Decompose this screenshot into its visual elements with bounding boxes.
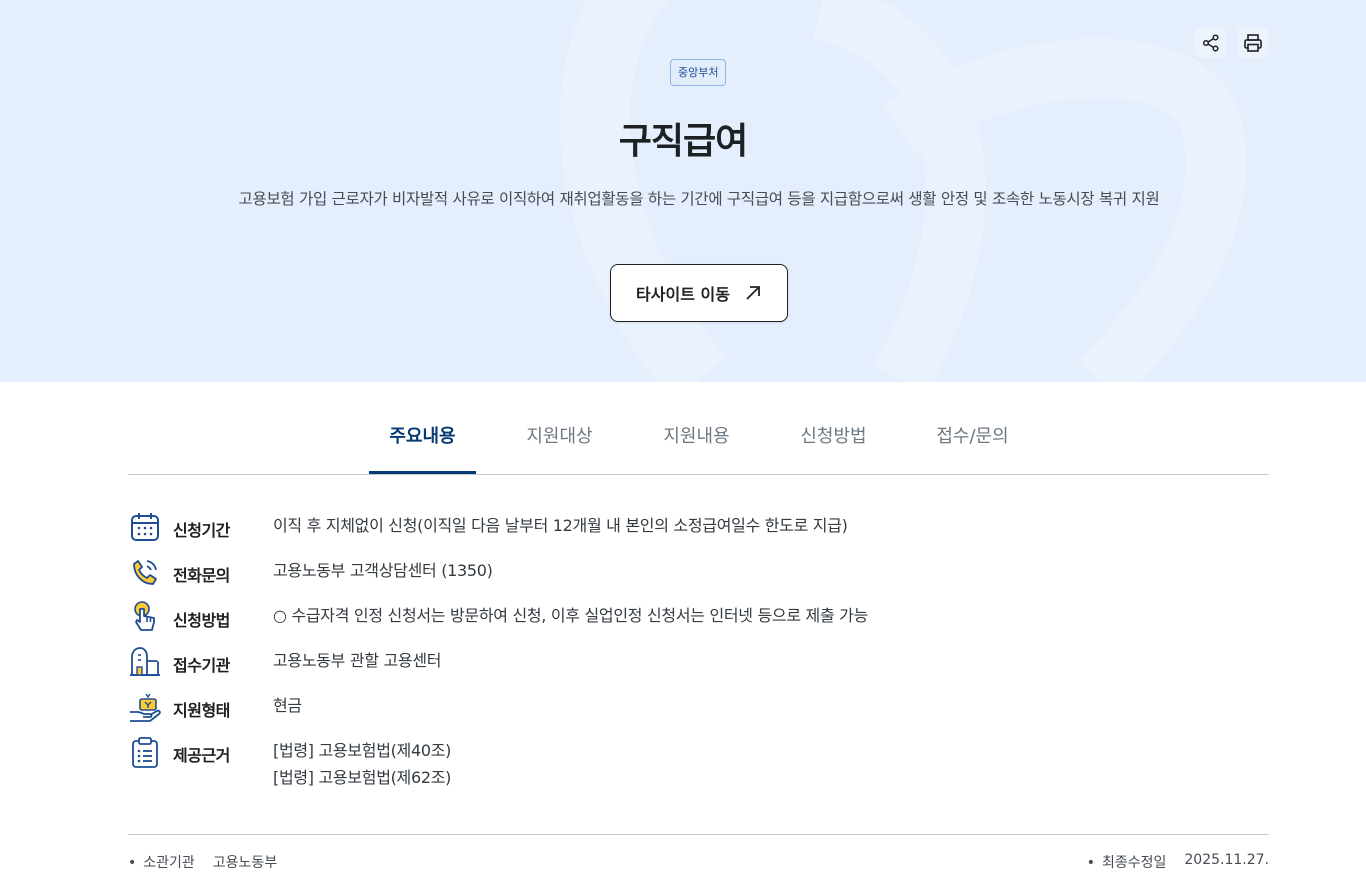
money-hand-icon — [130, 693, 161, 722]
clipboard-list-icon — [132, 737, 158, 768]
info-label: 제공근거 — [173, 746, 230, 765]
info-value: 고용노동부 고객상담센터 (1350) — [273, 561, 493, 580]
legal-basis-line: [법령] 고용보험법(제62조) — [273, 768, 452, 787]
footer-org: 소관기관 고용노동부 — [128, 852, 277, 872]
info-label: 신청방법 — [173, 611, 230, 630]
external-site-label: 타사이트 이동 — [636, 285, 730, 304]
org-value: 고용노동부 — [212, 855, 278, 871]
org-type-badge: 중앙부처 — [670, 59, 727, 86]
content-tabs: 주요내용 지원대상 지원내용 신청방법 접수/문의 — [128, 404, 1269, 475]
share-icon — [1202, 33, 1219, 52]
building-icon — [130, 647, 160, 676]
tab-benefits[interactable]: 지원내용 — [643, 404, 750, 474]
info-label: 신청기간 — [173, 521, 230, 540]
arrow-up-right-icon — [746, 286, 760, 300]
info-value: 고용노동부 관할 고용센터 — [273, 651, 442, 670]
updated-label: 최종수정일 — [1087, 852, 1166, 872]
footer-updated: 최종수정일 2025.11.27. — [1087, 852, 1269, 872]
info-label: 접수기관 — [173, 656, 230, 675]
tab-eligibility[interactable]: 지원대상 — [506, 404, 613, 474]
external-site-button[interactable]: 타사이트 이동 — [610, 264, 788, 322]
tab-how-to-apply[interactable]: 신청방법 — [780, 404, 887, 474]
updated-value: 2025.11.27. — [1184, 852, 1269, 868]
legal-basis-line: [법령] 고용보험법(제40조) — [273, 741, 452, 760]
page-description: 고용보험 가입 근로자가 비자발적 사유로 이직하여 재취업활동을 하는 기간에… — [238, 190, 1160, 208]
tab-main[interactable]: 주요내용 — [369, 404, 476, 474]
hero-tools — [1195, 27, 1268, 58]
info-value: 이직 후 지체없이 신청(이직일 다음 날부터 12개월 내 본인의 소정급여일… — [273, 516, 848, 535]
share-button[interactable] — [1195, 27, 1226, 58]
calendar-icon — [131, 513, 159, 541]
print-button[interactable] — [1237, 27, 1268, 58]
phone-icon — [133, 560, 157, 585]
info-value: ○ 수급자격 인정 신청서는 방문하여 신청, 이후 실업인정 신청서는 인터넷… — [273, 606, 868, 625]
print-icon — [1243, 33, 1262, 52]
info-label: 전화문의 — [173, 566, 230, 585]
tab-contact[interactable]: 접수/문의 — [919, 404, 1026, 474]
page-title: 구직급여 — [618, 121, 748, 162]
info-label: 지원형태 — [173, 701, 230, 720]
hero-banner: 중앙부처 구직급여 고용보험 가입 근로자가 비자발적 사유로 이직하여 재취업… — [0, 0, 1366, 382]
info-value: [법령] 고용보험법(제40조) [법령] 고용보험법(제62조) — [273, 737, 451, 791]
footer-divider — [128, 834, 1269, 835]
org-label: 소관기관 — [128, 852, 195, 872]
info-value: 현금 — [273, 696, 302, 715]
hand-pointer-icon — [134, 601, 155, 631]
